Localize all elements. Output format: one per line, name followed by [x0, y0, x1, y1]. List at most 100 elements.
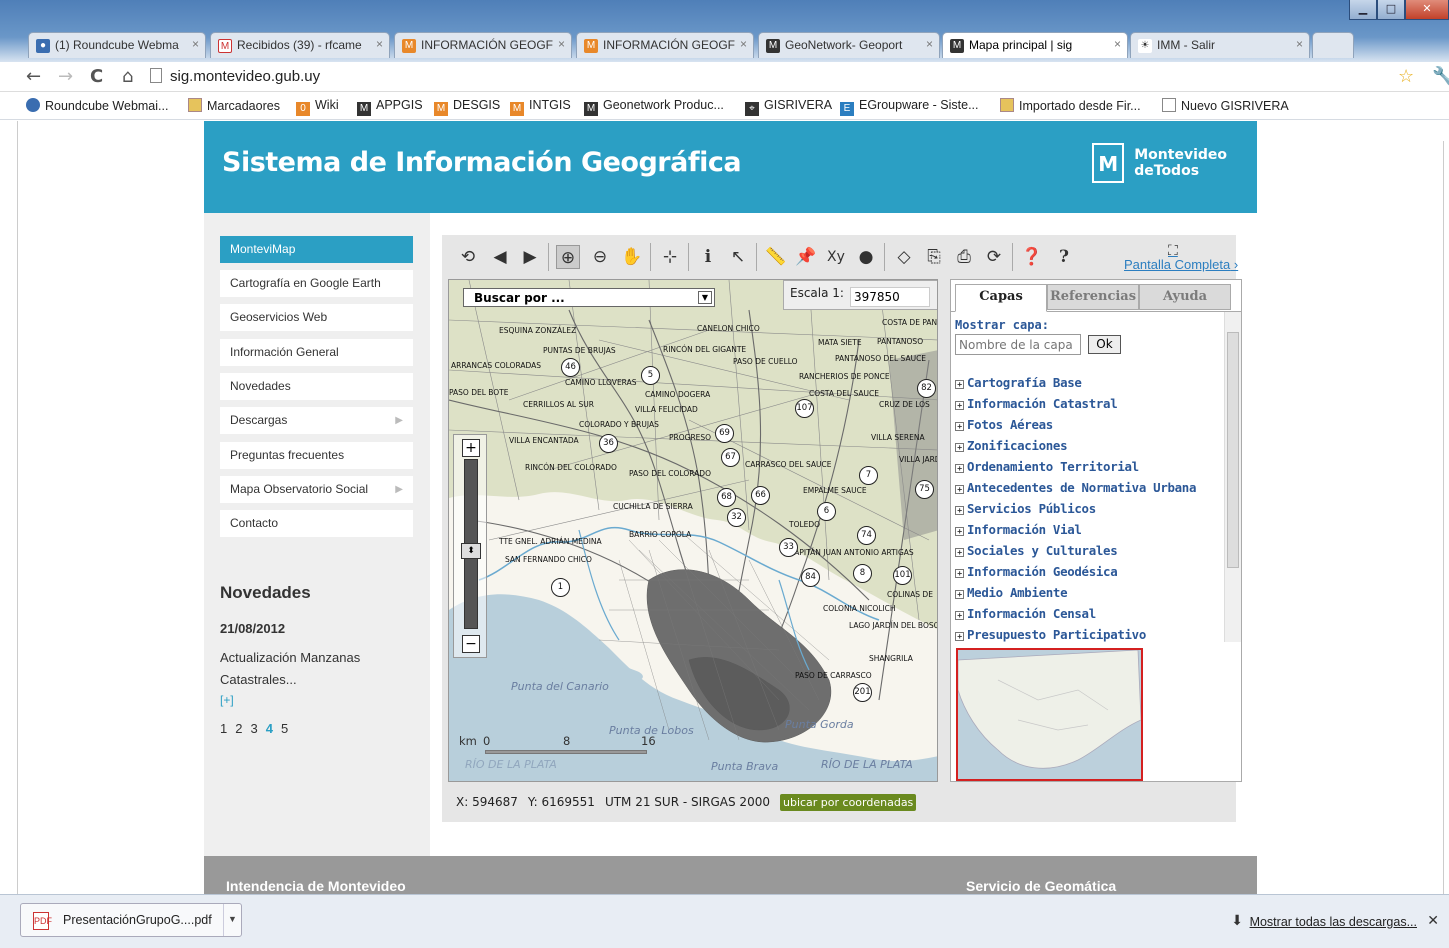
back-icon[interactable]: ←	[26, 66, 41, 88]
pan-hand-icon[interactable]: ✋	[620, 245, 644, 269]
layer-item[interactable]: + Antecedentes de Normativa Urbana	[955, 477, 1221, 498]
layer-item[interactable]: + Fotos Aéreas	[955, 414, 1221, 435]
zoom-selection-icon[interactable]: ⊹	[658, 245, 682, 269]
layer-item[interactable]: + Cartografía Base	[955, 372, 1221, 393]
layer-item[interactable]: + Sociales y Culturales	[955, 540, 1221, 561]
zoom-plus-icon[interactable]: +	[462, 439, 480, 457]
bookmark-egroupware[interactable]: E EGroupware - Siste...	[840, 98, 979, 116]
close-tab-icon[interactable]: ×	[558, 37, 565, 51]
scale-input[interactable]	[850, 287, 930, 307]
close-tab-icon[interactable]: ×	[1296, 37, 1303, 51]
download-item[interactable]: PDF PresentaciónGrupoG....pdf ▼	[20, 903, 242, 937]
zoom-in-icon[interactable]: ⊕	[556, 245, 580, 269]
bookmark-intgis[interactable]: M INTGIS	[510, 98, 571, 116]
close-tab-icon[interactable]: ×	[740, 37, 747, 51]
help-globe-icon[interactable]: ❓	[1020, 245, 1044, 269]
browser-tab-geonetwork[interactable]: M GeoNetwork- Geoport ×	[758, 32, 940, 58]
map-canvas[interactable]: Buscar por ... ▼ Escala 1: ESQUINA ZONZÁL…	[448, 279, 938, 782]
layer-item[interactable]: + Ordenamiento Territorial	[955, 456, 1221, 477]
ok-button[interactable]: Ok	[1088, 335, 1121, 354]
measure-ruler-icon[interactable]: 📏	[764, 245, 788, 269]
globe-icon[interactable]: ●	[854, 245, 878, 269]
layer-list-scrollbar[interactable]	[1224, 312, 1241, 642]
window-close-icon[interactable]: ✕	[1405, 0, 1449, 20]
reload-icon[interactable]: C	[90, 66, 103, 88]
print-icon[interactable]: ⎙	[952, 245, 976, 269]
info-icon[interactable]: i	[696, 245, 720, 269]
browser-tab-imm-salir[interactable]: ☀ IMM - Salir ×	[1130, 32, 1310, 58]
layer-item[interactable]: + Información Catastral	[955, 393, 1221, 414]
browser-tab-mapa-principal[interactable]: M Mapa principal | sig ×	[942, 32, 1128, 58]
layer-item[interactable]: + Información Geodésica	[955, 561, 1221, 582]
layer-item[interactable]: + Presupuesto Participativo	[955, 624, 1221, 645]
bookmark-wiki[interactable]: 0 Wiki	[296, 98, 339, 116]
sidebar-item-descargas[interactable]: Descargas ▶	[220, 407, 413, 434]
layer-item[interactable]: + Información Vial	[955, 519, 1221, 540]
browser-tab-gmail[interactable]: M Recibidos (39) - rfcame ×	[210, 32, 390, 58]
wrench-icon[interactable]: 🔧	[1432, 66, 1449, 88]
bookmark-geonetwork[interactable]: M Geonetwork Produc...	[584, 98, 724, 116]
previous-extent-icon[interactable]: ◀	[488, 245, 512, 269]
expand-plus-icon[interactable]: +	[955, 527, 964, 536]
map-search-dropdown[interactable]: Buscar por ... ▼	[463, 288, 715, 307]
select-arrow-icon[interactable]: ↖	[726, 245, 750, 269]
xy-coordinates-icon[interactable]: Xy	[824, 245, 848, 269]
browser-tab-informacion-2[interactable]: M INFORMACIÓN GEOGF ×	[576, 32, 754, 58]
expand-plus-icon[interactable]: +	[955, 443, 964, 452]
expand-plus-icon[interactable]: +	[955, 590, 964, 599]
export-icon[interactable]: ⎘	[922, 245, 946, 269]
close-tab-icon[interactable]: ×	[192, 37, 199, 51]
expand-plus-icon[interactable]: +	[955, 506, 964, 515]
forward-icon[interactable]: →	[58, 66, 73, 88]
new-tab-button[interactable]	[1312, 32, 1354, 58]
expand-plus-icon[interactable]: +	[955, 569, 964, 578]
sidebar-item-montevimap[interactable]: MonteviMap	[220, 236, 413, 263]
news-more-link[interactable]: [+]	[220, 693, 234, 707]
overview-minimap[interactable]	[956, 648, 1143, 781]
show-all-downloads-link[interactable]: Mostrar todas las descargas...	[1250, 915, 1417, 929]
expand-plus-icon[interactable]: +	[955, 380, 964, 389]
page-link[interactable]: 3	[250, 721, 257, 736]
expand-plus-icon[interactable]: +	[955, 548, 964, 557]
sidebar-item-novedades[interactable]: Novedades	[220, 373, 413, 400]
bookmark-desgis[interactable]: M DESGIS	[434, 98, 500, 116]
page-link[interactable]: 5	[281, 721, 288, 736]
refresh-map-icon[interactable]: ⟳	[982, 245, 1006, 269]
home-icon[interactable]: ⌂	[122, 66, 133, 88]
tab-ayuda[interactable]: Ayuda	[1139, 284, 1231, 310]
bookmark-roundcube[interactable]: Roundcube Webmai...	[26, 98, 168, 113]
scrollbar-thumb[interactable]	[1227, 332, 1239, 568]
pin-icon[interactable]: 📌	[794, 245, 818, 269]
zoom-slider[interactable]: + ⬍ −	[453, 434, 487, 658]
help-icon[interactable]: ?	[1052, 245, 1076, 269]
clear-eraser-icon[interactable]: ◇	[892, 245, 916, 269]
close-tab-icon[interactable]: ×	[1114, 37, 1121, 51]
close-tab-icon[interactable]: ×	[926, 37, 933, 51]
sidebar-item-observatorio[interactable]: Mapa Observatorio Social ▶	[220, 476, 413, 503]
page-link[interactable]: 2	[235, 721, 242, 736]
expand-plus-icon[interactable]: +	[955, 401, 964, 410]
layer-name-input[interactable]	[955, 334, 1081, 355]
bookmark-star-icon[interactable]: ☆	[1398, 66, 1414, 88]
expand-plus-icon[interactable]: +	[955, 422, 964, 431]
zoom-minus-icon[interactable]: −	[462, 635, 480, 653]
page-link-current[interactable]: 4	[266, 721, 273, 736]
full-extent-icon[interactable]: ⟲	[456, 245, 480, 269]
zoom-thumb[interactable]: ⬍	[461, 543, 481, 559]
page-link[interactable]: 1	[220, 721, 227, 736]
sidebar-item-preguntas[interactable]: Preguntas frecuentes	[220, 442, 413, 469]
sidebar-item-contacto[interactable]: Contacto	[220, 510, 413, 537]
tab-capas[interactable]: Capas	[955, 284, 1047, 312]
browser-tab-roundcube[interactable]: ● (1) Roundcube Webma ×	[28, 32, 206, 58]
locate-by-coordinates-button[interactable]: ubicar por coordenadas	[779, 794, 917, 811]
close-tab-icon[interactable]: ×	[376, 37, 383, 51]
bookmark-importado[interactable]: Importado desde Fir...	[1000, 98, 1141, 113]
close-download-bar-icon[interactable]: ✕	[1427, 913, 1439, 929]
browser-tab-informacion-1[interactable]: M INFORMACIÓN GEOGF ×	[394, 32, 572, 58]
sidebar-item-google-earth[interactable]: Cartografía en Google Earth	[220, 270, 413, 297]
url-bar[interactable]: sig.montevideo.gub.uy	[150, 66, 1390, 88]
maximize-icon[interactable]: □	[1377, 0, 1405, 20]
expand-plus-icon[interactable]: +	[955, 632, 964, 641]
minimize-icon[interactable]: ▁	[1349, 0, 1377, 20]
news-text[interactable]: Actualización Manzanas Catastrales...	[220, 647, 400, 691]
